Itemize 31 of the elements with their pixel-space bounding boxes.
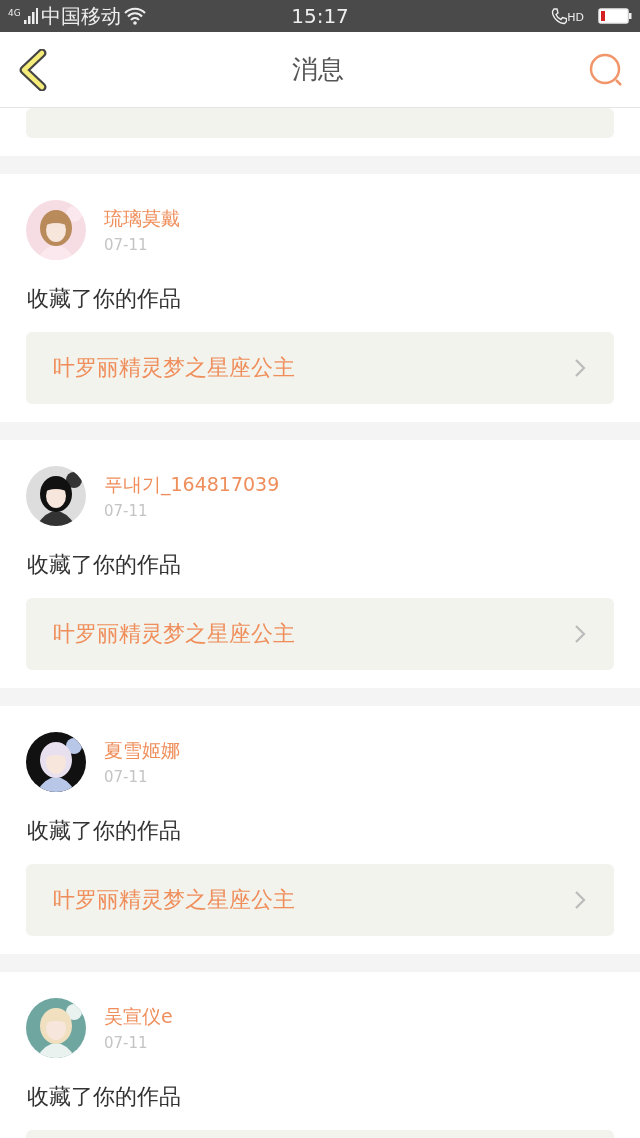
clock-time: 15:17 xyxy=(291,4,349,28)
work-link[interactable]: 叶罗丽精灵梦之星座公主 xyxy=(26,332,614,404)
wifi-icon xyxy=(123,7,146,25)
carrier-name: 中国移动 xyxy=(40,2,121,30)
search-button[interactable] xyxy=(588,51,624,88)
page-title: 消息 xyxy=(292,53,344,86)
hd-label: HD xyxy=(567,11,584,24)
work-link[interactable]: 叶罗丽精灵梦之星座公主 xyxy=(26,864,614,936)
battery-icon xyxy=(598,8,632,24)
message-text: 收藏了你的作品 xyxy=(27,1083,182,1111)
message-text: 收藏了你的作品 xyxy=(27,817,182,845)
chevron-right-icon xyxy=(574,624,586,644)
user-name: 푸내기_164817039 xyxy=(104,472,280,498)
message-text: 收藏了你的作品 xyxy=(27,551,182,579)
back-icon xyxy=(18,48,48,91)
chevron-right-icon xyxy=(574,358,586,378)
user-name: 吴宣仪e xyxy=(104,1004,173,1029)
message-date: 07-11 xyxy=(104,236,149,254)
network-label: 4G xyxy=(8,7,21,18)
chevron-right-icon xyxy=(574,890,586,910)
message-text: 收藏了你的作品 xyxy=(27,285,182,313)
message-date: 07-11 xyxy=(104,1034,149,1052)
message-date: 07-11 xyxy=(104,502,149,520)
back-button[interactable] xyxy=(18,48,48,91)
user-name: 夏雪姬娜 xyxy=(104,738,180,763)
message-date: 07-11 xyxy=(104,768,149,786)
user-name: 琉璃莫戴 xyxy=(104,206,180,231)
phone-icon xyxy=(551,7,568,25)
work-link[interactable]: 叶罗丽精灵梦之星座公主 xyxy=(26,598,614,670)
signal-icon xyxy=(23,8,38,24)
search-icon xyxy=(588,51,624,88)
